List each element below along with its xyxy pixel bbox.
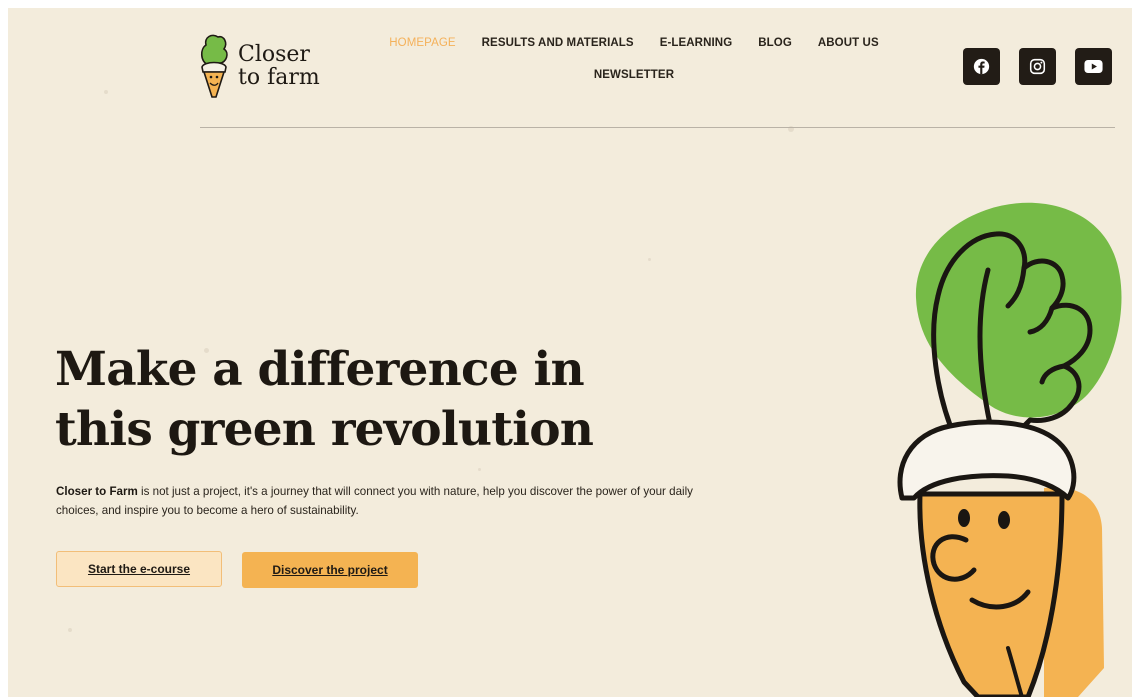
page: Closer to farm HOMEPAGE RESULTS AND MATE… bbox=[8, 8, 1132, 697]
hero-description-text: is not just a project, it's a journey th… bbox=[56, 485, 693, 517]
paper-speck bbox=[68, 628, 72, 632]
youtube-icon bbox=[1084, 60, 1103, 73]
nav-item-homepage[interactable]: HOMEPAGE bbox=[389, 37, 455, 49]
nav-item-about-us[interactable]: ABOUT US bbox=[818, 37, 879, 49]
paper-speck bbox=[104, 90, 108, 94]
social-links bbox=[963, 48, 1112, 85]
paper-speck bbox=[648, 258, 651, 261]
discover-project-button[interactable]: Discover the project bbox=[242, 552, 418, 588]
hero-title: Make a difference in this green revoluti… bbox=[55, 340, 675, 460]
main-nav: HOMEPAGE RESULTS AND MATERIALS E-LEARNIN… bbox=[360, 37, 908, 81]
instagram-button[interactable] bbox=[1019, 48, 1056, 85]
logo-wordmark: Closer to farm bbox=[238, 43, 320, 89]
nav-item-newsletter[interactable]: NEWSLETTER bbox=[594, 69, 674, 81]
nav-item-results-and-materials[interactable]: RESULTS AND MATERIALS bbox=[482, 37, 634, 49]
nav-item-e-learning[interactable]: E-LEARNING bbox=[660, 37, 733, 49]
carrot-mascot-illustration bbox=[897, 202, 1122, 697]
paper-speck bbox=[478, 468, 481, 471]
facebook-icon bbox=[973, 58, 990, 75]
youtube-button[interactable] bbox=[1075, 48, 1112, 85]
logo-line-1: Closer bbox=[238, 42, 310, 67]
hero-title-line-1: Make a difference in bbox=[55, 342, 585, 397]
hero-title-line-2: this green revolution bbox=[55, 402, 594, 457]
hero-description-brand: Closer to Farm bbox=[56, 485, 138, 498]
instagram-icon bbox=[1029, 58, 1046, 75]
hero-description: Closer to Farm is not just a project, it… bbox=[56, 482, 696, 520]
logo-line-2: to farm bbox=[238, 65, 320, 90]
facebook-button[interactable] bbox=[963, 48, 1000, 85]
nav-item-blog[interactable]: BLOG bbox=[758, 37, 792, 49]
start-e-course-button[interactable]: Start the e-course bbox=[56, 551, 222, 587]
header-divider bbox=[200, 127, 1115, 128]
site-logo[interactable]: Closer to farm bbox=[198, 26, 348, 106]
carrot-logo-icon bbox=[200, 34, 228, 98]
